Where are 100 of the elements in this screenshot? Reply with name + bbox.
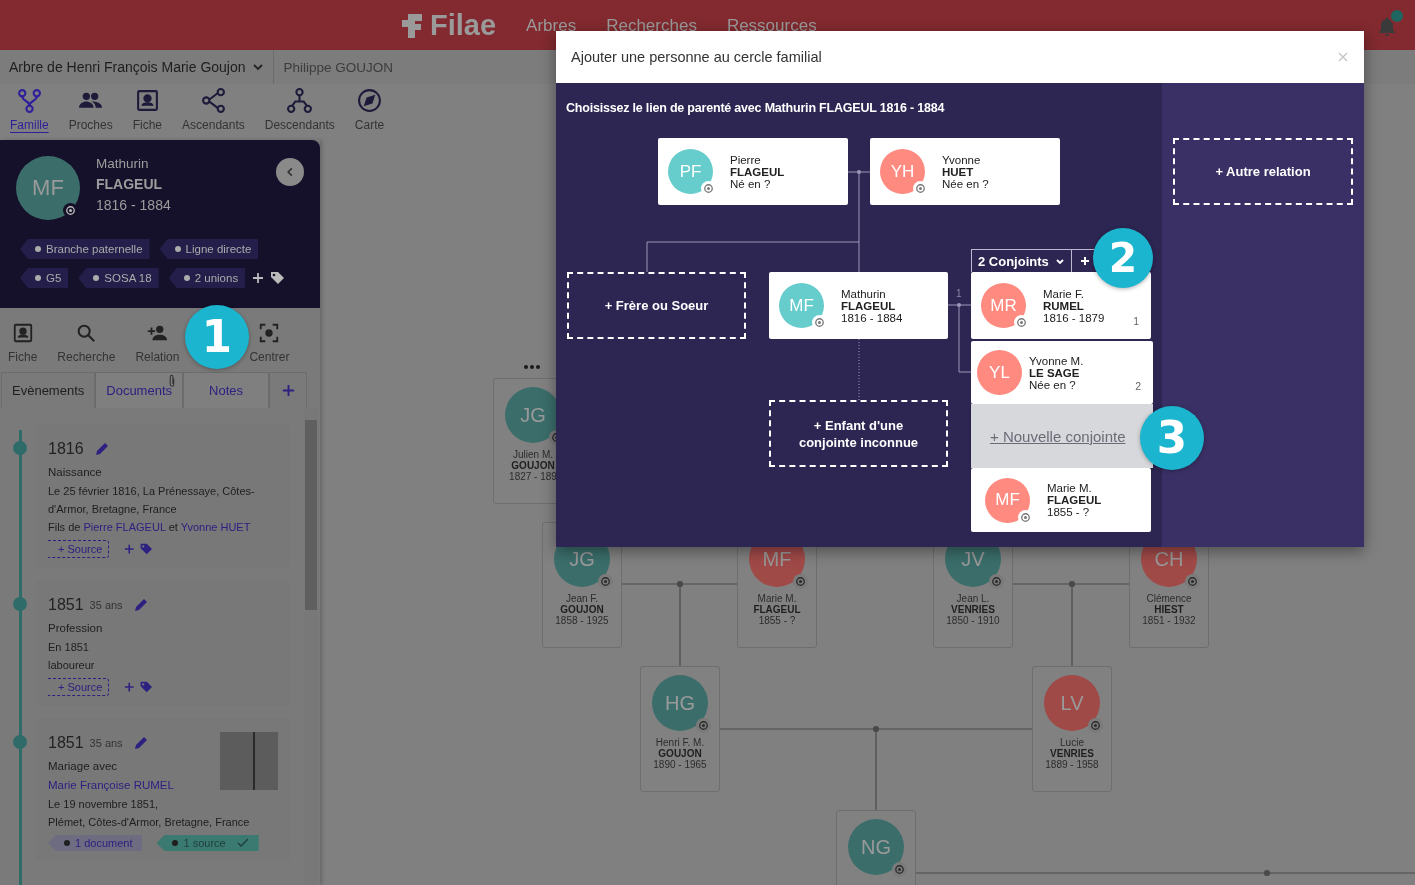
last-name: VENRIES — [951, 604, 995, 615]
target-icon[interactable] — [63, 203, 78, 218]
tag-chip[interactable]: SOSA 18 — [78, 268, 159, 288]
more-icon[interactable] — [523, 364, 541, 370]
check-icon — [236, 838, 249, 848]
target-icon[interactable] — [696, 718, 711, 733]
event-detail: Plémet, Côtes-d'Armor, Bretagne, France — [48, 815, 251, 830]
event-title: Naissance — [48, 465, 103, 480]
last-name: FLAGEUL — [1047, 494, 1102, 506]
view-tab[interactable]: Proches — [64, 88, 117, 140]
target-icon[interactable] — [598, 574, 613, 589]
life-dates: 1816 - 1884 — [96, 197, 171, 213]
edit-icon[interactable] — [93, 441, 110, 457]
life-dates: 1855 - ? — [1047, 506, 1091, 518]
person-link[interactable]: Yvonne HUET — [180, 521, 251, 533]
tree-selector[interactable]: Arbre de Henri François Marie Goujon — [0, 50, 274, 84]
first-name: Henri F. M. — [655, 737, 705, 748]
first-name: Clémence — [1146, 593, 1192, 604]
add-source-button[interactable]: + Source — [48, 540, 110, 558]
event-year: 1851 — [48, 734, 84, 752]
user-name: Philippe GOUJON — [282, 59, 394, 75]
new-spouse-link[interactable]: + Nouvelle conjointe — [990, 427, 1126, 445]
edit-icon[interactable] — [132, 735, 149, 751]
avatar: HG — [652, 675, 708, 731]
add-source-button[interactable]: + Source — [48, 678, 110, 696]
person-card[interactable]: MF Mathurin FLAGEUL 1816 - 1884 — [769, 272, 948, 339]
avatar: MR — [981, 283, 1026, 328]
toolbar-button[interactable]: Relation — [135, 322, 180, 368]
target-icon[interactable] — [1018, 509, 1033, 525]
toolbar-button[interactable]: Centrer — [249, 322, 290, 368]
event-title: Profession — [48, 621, 104, 636]
target-icon[interactable] — [989, 574, 1004, 589]
view-tab[interactable]: Famille — [6, 88, 53, 140]
event-detail: Le 19 novembre 1851, — [48, 797, 160, 812]
toolbar-button[interactable]: Recherche — [57, 322, 116, 368]
tag-chip[interactable]: Ligne directe — [159, 239, 259, 259]
tag-chip[interactable]: G5 — [20, 268, 69, 288]
add-relation-button[interactable]: + Autre relation — [1173, 138, 1353, 205]
count-badge[interactable]: 1 document — [48, 835, 143, 851]
life-dates: 1889 - 1958 — [1045, 759, 1099, 770]
panel-tab[interactable]: Documents — [95, 372, 183, 408]
life-dates: 1850 - 1910 — [946, 615, 1000, 626]
count-badge[interactable]: 1 source — [156, 835, 259, 851]
life-dates: 1858 - 1925 — [555, 615, 609, 626]
life-dates: 1816 - 1879 — [1043, 311, 1105, 324]
ancestors-icon — [200, 88, 226, 113]
add-child-button[interactable]: + Enfant d'une conjointe inconnue — [769, 400, 948, 467]
event-age: 35 ans — [89, 599, 123, 611]
first-name: Yvonne M. — [1029, 354, 1084, 367]
document-thumbnail[interactable] — [220, 732, 278, 790]
avatar: MF — [985, 477, 1030, 523]
event-detail: En 1851 — [48, 640, 90, 655]
person-link[interactable]: Marie Françoise RUMEL — [48, 776, 174, 795]
person-card[interactable]: PF Pierre FLAGEUL Né en ? — [658, 138, 848, 205]
target-icon[interactable] — [1088, 718, 1103, 733]
target-icon[interactable] — [913, 181, 928, 196]
add-sibling-button[interactable]: + Frère ou Soeur — [567, 272, 746, 339]
timeline-dot — [13, 441, 27, 455]
add-tag-icon[interactable] — [251, 270, 286, 286]
logo-text[interactable]: Filae — [430, 8, 497, 42]
target-icon[interactable] — [1185, 574, 1200, 589]
target-icon[interactable] — [793, 574, 808, 589]
first-name: Julien M. — [513, 449, 553, 460]
life-dates: Née en ? — [1029, 378, 1077, 391]
last-name: HUET — [942, 165, 975, 178]
view-tab[interactable]: Carte — [350, 88, 389, 140]
plus-icon — [1079, 256, 1090, 266]
spouse-card[interactable]: MR Marie F. RUMEL 1816 - 1879 1 — [971, 272, 1151, 339]
center-icon — [258, 322, 281, 344]
person-card[interactable]: LV Lucie VENRIES 1889 - 1958 — [1032, 666, 1112, 792]
collapse-button[interactable] — [276, 158, 304, 186]
view-tab[interactable]: Fiche — [128, 88, 167, 140]
tag-chip[interactable]: 2 unions — [168, 268, 246, 288]
target-icon[interactable] — [812, 315, 827, 330]
edit-icon[interactable] — [132, 597, 149, 613]
toolbar-button[interactable]: Fiche — [8, 322, 38, 368]
person-link[interactable]: Pierre FLAGEUL — [83, 521, 166, 533]
last-name: LE SAGE — [1029, 366, 1081, 379]
spouse-card[interactable]: YL Yvonne M. LE SAGE Née en ? 2 — [971, 341, 1153, 404]
last-name: RUMEL — [1043, 299, 1085, 312]
target-icon[interactable] — [892, 862, 907, 877]
profile-icon — [134, 88, 160, 113]
panel-tab[interactable]: Evènements — [1, 372, 96, 408]
person-card[interactable]: YH Yvonne HUET Née en ? — [870, 138, 1060, 205]
last-name: FLAGEUL — [96, 176, 164, 192]
connector-line — [947, 303, 972, 373]
target-icon[interactable] — [701, 181, 716, 196]
nav-link[interactable]: Arbres — [526, 14, 577, 36]
view-tab[interactable]: Ascendants — [178, 88, 249, 140]
avatar: NG — [848, 819, 904, 875]
last-name: FLAGEUL — [841, 299, 897, 312]
menu-item[interactable]: + Nouvelle conjointe — [971, 404, 1153, 468]
event-detail: laboureur — [48, 658, 96, 673]
view-tab[interactable]: Descendants — [260, 88, 339, 140]
panel-tab[interactable]: Notes — [183, 372, 269, 408]
person-card[interactable]: NG — [836, 810, 916, 885]
person-card[interactable]: MF Marie M. FLAGEUL 1855 - ? — [971, 468, 1151, 532]
person-card[interactable]: HG Henri F. M. GOUJON 1890 - 1965 — [640, 666, 720, 792]
tag-chip[interactable]: Branche paternelle — [20, 239, 150, 259]
target-icon[interactable] — [1014, 315, 1029, 330]
